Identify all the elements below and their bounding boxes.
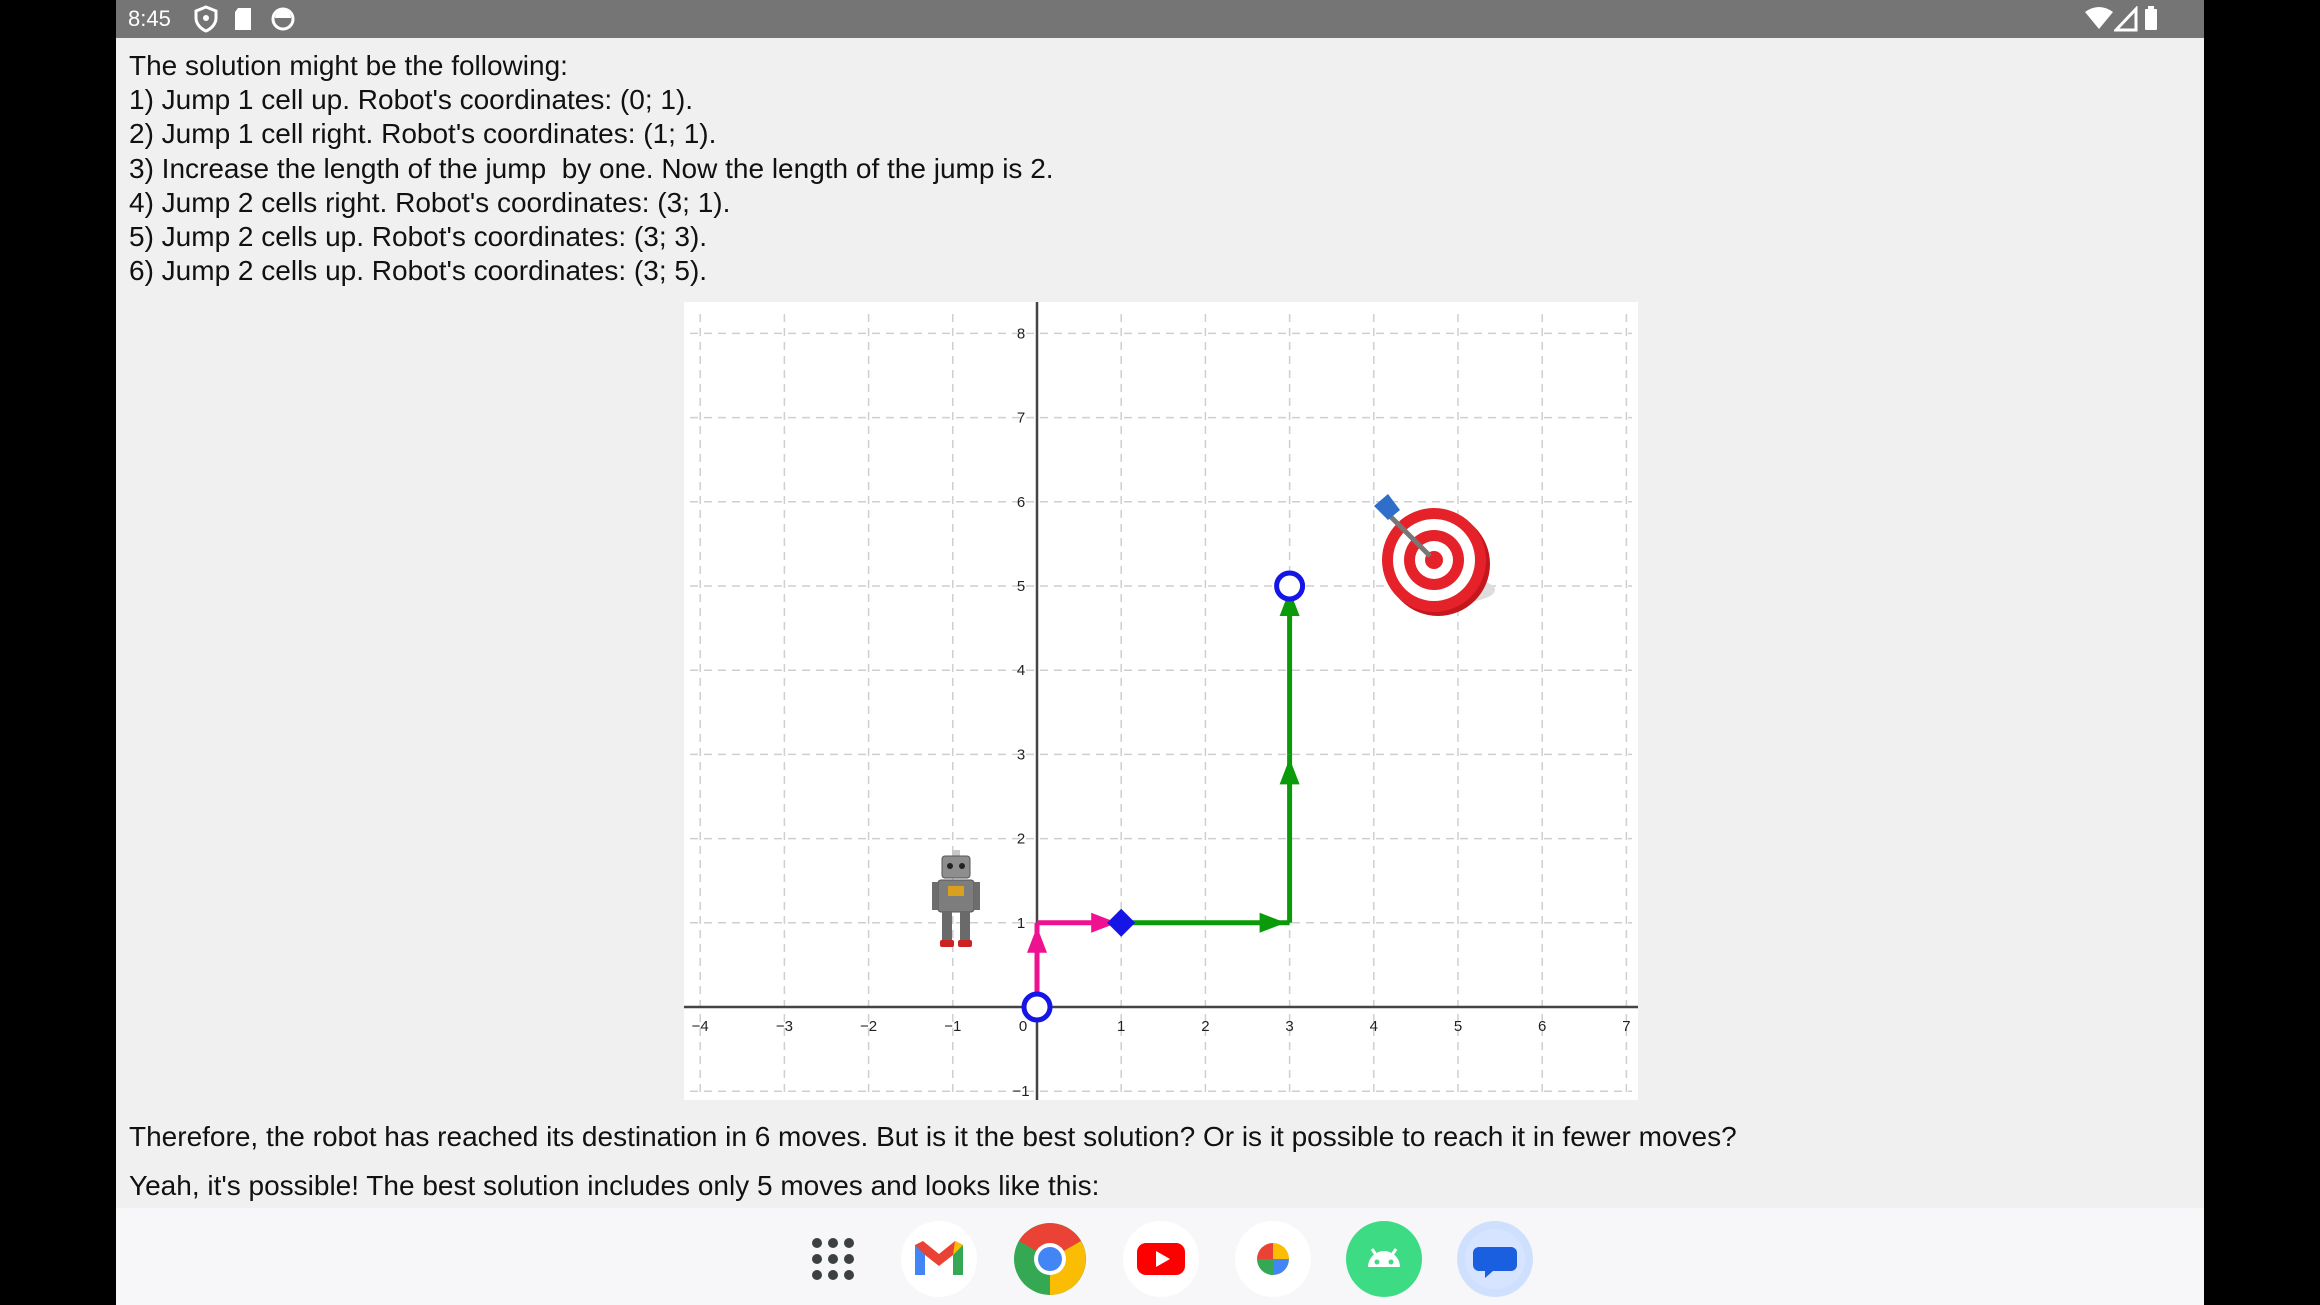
x-tick-label: 7 [1622,1018,1630,1035]
messages-icon[interactable] [1457,1221,1533,1297]
youtube-icon[interactable] [1123,1221,1199,1297]
x-tick-label: −1 [944,1018,961,1035]
y-tick-label: 2 [1017,831,1025,848]
y-tick-label: 5 [1017,578,1025,595]
x-tick-label: 1 [1117,1018,1125,1035]
x-tick-label: 4 [1370,1018,1378,1035]
y-tick-label: 6 [1017,494,1025,511]
end-point-marker [1274,570,1306,602]
shield-icon [192,4,220,39]
solution-step-6: 6) Jump 2 cells up. Robot's coordinates:… [129,255,708,286]
battery-icon [2142,6,2160,37]
conclusion-text: Therefore, the robot has reached its des… [129,1121,1737,1152]
x-tick-label: −3 [776,1018,793,1035]
solution-step-5: 5) Jump 2 cells up. Robot's coordinates:… [129,221,708,252]
sync-icon [268,4,298,39]
coordinate-grid: −4 −3 −2 −1 0 1 2 3 4 5 6 7 −1 1 2 3 4 5 6 7 8 [684,302,1638,1100]
android-icon[interactable] [1346,1221,1422,1297]
status-bar: 8:45 [116,0,2204,38]
lesson-content: The solution might be the following: 1) … [116,38,2204,1208]
solution-intro: The solution might be the following: [129,50,568,81]
photos-icon[interactable] [1235,1221,1311,1297]
next-solution-text: Yeah, it's possible! The best solution i… [129,1170,1100,1201]
y-tick-label: 1 [1017,915,1025,932]
x-tick-label: 5 [1454,1018,1462,1035]
status-time: 8:45 [128,6,171,31]
chrome-icon[interactable] [1012,1221,1088,1297]
solution-step-4: 4) Jump 2 cells right. Robot's coordinat… [129,187,731,218]
x-tick-label: 3 [1285,1018,1293,1035]
x-tick-label: 6 [1538,1018,1546,1035]
x-tick-label: 2 [1201,1018,1209,1035]
app-dock [116,1208,2204,1305]
device-screen: 8:45 The solution might be the following… [116,0,2204,1305]
x-tick-label: 0 [1019,1018,1027,1035]
x-tick-label: −4 [692,1018,709,1035]
y-tick-label: 7 [1017,410,1025,427]
start-point-marker [1021,991,1053,1023]
solution-step-1: 1) Jump 1 cell up. Robot's coordinates: … [129,84,694,115]
x-tick-label: −2 [860,1018,877,1035]
y-tick-label: −1 [1012,1083,1029,1100]
y-tick-label: 3 [1017,746,1025,763]
y-tick-label: 8 [1017,325,1025,342]
y-tick-label: 4 [1017,662,1025,679]
solution-step-3: 3) Increase the length of the jump by on… [129,153,1054,184]
signal-icon [2112,5,2140,37]
wifi-icon [2084,6,2114,37]
sd-card-icon [230,4,256,39]
gmail-icon[interactable] [901,1221,977,1297]
solution-step-2: 2) Jump 1 cell right. Robot's coordinate… [129,118,717,149]
apps-grid-icon[interactable] [795,1221,871,1297]
